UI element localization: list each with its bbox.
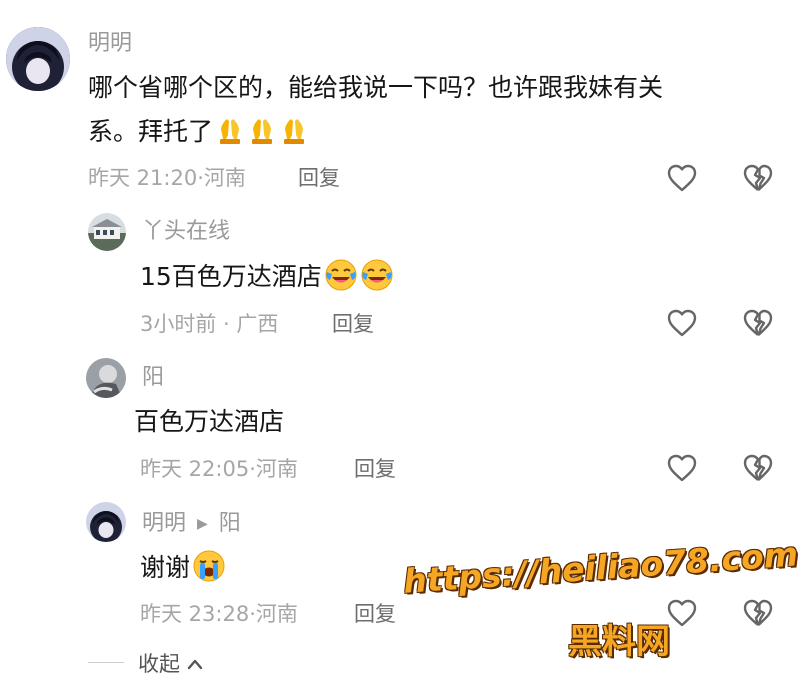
like-heart-icon[interactable]: [666, 162, 698, 194]
comment-time: 昨天 23:28: [140, 602, 250, 626]
avatar[interactable]: [86, 502, 126, 542]
folded-hands-emoji: [247, 115, 277, 145]
comment-text: 哪个省哪个区的，能给我说一下吗？也许跟我妹有关 系。拜托了: [88, 66, 778, 154]
comment-meta: 昨天 23:28·河南: [140, 602, 298, 626]
reply-button[interactable]: 回复: [354, 455, 396, 483]
reply-button[interactable]: 回复: [298, 164, 340, 192]
comment-text: 谢谢: [140, 546, 226, 590]
comment-username[interactable]: 丫头在线: [142, 218, 230, 246]
watermark-site-name: 黑料网: [568, 622, 670, 662]
comment-location: 河南: [255, 457, 298, 481]
comment-text-line: 哪个省哪个区的，能给我说一下吗？也许跟我妹有关: [88, 73, 664, 102]
avatar[interactable]: [88, 213, 126, 251]
reply-button[interactable]: 回复: [332, 310, 374, 338]
crying-laughing-emoji: [360, 258, 394, 292]
comment-username[interactable]: 明明: [142, 511, 186, 536]
comment-meta: 昨天 22:05·河南: [140, 457, 298, 481]
comment-time: 昨天 21:20: [88, 166, 198, 190]
reply-arrow-icon: ▶: [197, 516, 208, 532]
like-heart-icon[interactable]: [666, 597, 698, 629]
comment-text: 15百色万达酒店: [140, 255, 394, 299]
dislike-broken-heart-icon[interactable]: [742, 452, 774, 484]
crying-laughing-emoji: [324, 258, 358, 292]
reply-button[interactable]: 回复: [354, 600, 396, 628]
avatar[interactable]: [6, 27, 70, 91]
comment-time: 昨天 22:05: [140, 457, 250, 481]
collapse-divider: [88, 662, 124, 663]
collapse-label: 收起: [138, 652, 180, 676]
chevron-up-icon: [187, 649, 203, 677]
comment-location: 河南: [203, 166, 246, 190]
crying-emoji: [192, 549, 226, 583]
comment-location: 广西: [236, 312, 279, 336]
comment-username[interactable]: 阳: [142, 364, 164, 392]
like-heart-icon[interactable]: [666, 307, 698, 339]
comment-username[interactable]: 明明: [88, 30, 132, 58]
dislike-broken-heart-icon[interactable]: [742, 162, 774, 194]
comment-location: 河南: [255, 602, 298, 626]
folded-hands-emoji: [215, 115, 245, 145]
dislike-broken-heart-icon[interactable]: [742, 307, 774, 339]
folded-hands-emoji: [279, 115, 309, 145]
comment-text-line-2: 系。拜托了: [88, 110, 778, 154]
collapse-replies-button[interactable]: 收起: [138, 649, 203, 678]
comment-time: 3小时前: [140, 312, 217, 336]
comment-text: 百色万达酒店: [134, 407, 285, 436]
dislike-broken-heart-icon[interactable]: [742, 597, 774, 629]
avatar[interactable]: [86, 358, 126, 398]
watermark-url: https://heiliao78.com: [402, 534, 800, 601]
comment-meta: 昨天 21:20·河南: [88, 166, 246, 190]
reply-to-username[interactable]: 阳: [219, 511, 241, 536]
comment-meta: 3小时前 · 广西: [140, 312, 279, 336]
comment-username-row: 明明 ▶ 阳: [142, 510, 241, 538]
like-heart-icon[interactable]: [666, 452, 698, 484]
